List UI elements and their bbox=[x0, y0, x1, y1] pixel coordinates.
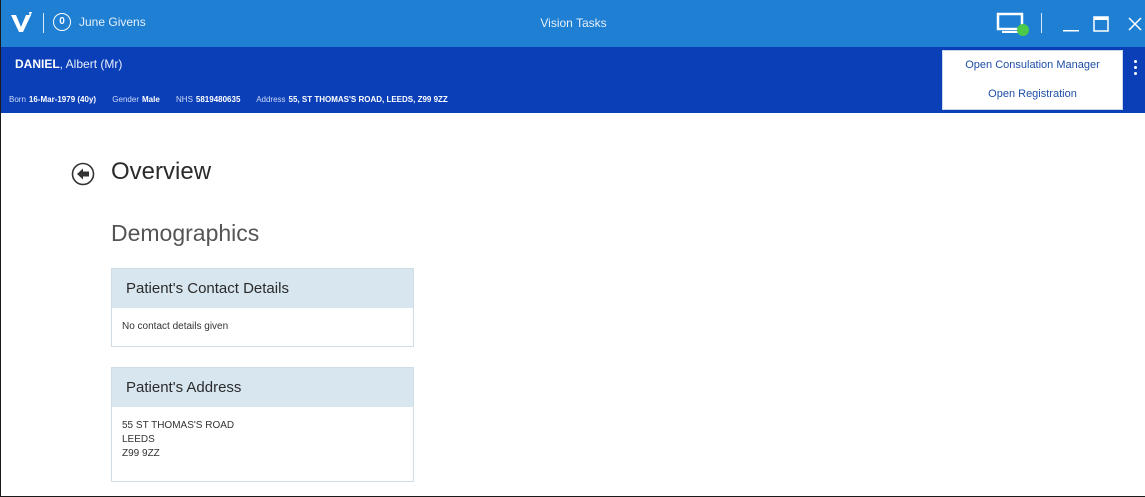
patient-action-menu: Open Consulation Manager Open Registrati… bbox=[942, 50, 1123, 110]
address-line: 55 ST THOMAS'S ROAD bbox=[122, 420, 235, 431]
born-value: 16-Mar-1979 (40y) bbox=[28, 95, 97, 104]
contact-details-card: Patient's Contact Details No contact det… bbox=[111, 268, 414, 347]
born-label: Born bbox=[9, 95, 26, 104]
back-arrow-icon[interactable] bbox=[71, 162, 95, 186]
section-title: Demographics bbox=[111, 220, 260, 246]
address-line: Z99 9ZZ bbox=[122, 448, 160, 459]
open-consultation-manager-link[interactable]: Open Consulation Manager bbox=[943, 51, 1122, 80]
address-value: 55, ST THOMAS'S ROAD, LEEDS, Z99 9ZZ bbox=[288, 95, 448, 104]
patient-name: DANIEL, Albert (Mr) bbox=[15, 57, 122, 71]
card-heading: Patient's Contact Details bbox=[112, 269, 413, 308]
title-divider bbox=[1041, 13, 1042, 33]
patient-surname: DANIEL bbox=[15, 57, 60, 71]
open-registration-link[interactable]: Open Registration bbox=[943, 80, 1122, 109]
gender-label: Gender bbox=[112, 95, 139, 104]
card-heading: Patient's Address bbox=[112, 368, 413, 407]
maximize-icon bbox=[1093, 15, 1109, 32]
nhs-label: NHS bbox=[176, 95, 193, 104]
monitor-status-button[interactable] bbox=[991, 0, 1035, 47]
more-options-icon[interactable] bbox=[1132, 60, 1138, 80]
title-bar: 0 June Givens Vision Tasks bbox=[1, 0, 1145, 47]
monitor-status-icon bbox=[996, 12, 1029, 36]
address-card: Patient's Address 55 ST THOMAS'S ROAD LE… bbox=[111, 367, 414, 482]
card-body: 55 ST THOMAS'S ROAD LEEDS Z99 9ZZ bbox=[112, 407, 413, 473]
nhs-value: 5819480635 bbox=[195, 95, 241, 104]
gender-value: Male bbox=[141, 95, 160, 104]
vision-logo-icon[interactable] bbox=[9, 11, 33, 35]
close-button[interactable] bbox=[1113, 0, 1145, 47]
contact-details-text: No contact details given bbox=[122, 321, 229, 332]
app-window: 0 June Givens Vision Tasks DANIEL, Alber… bbox=[0, 0, 1145, 497]
patient-given-name: , Albert (Mr) bbox=[59, 57, 123, 71]
page-title: Overview bbox=[111, 158, 212, 185]
address-label: Address bbox=[256, 95, 286, 104]
address-line: LEEDS bbox=[122, 434, 155, 445]
card-body: No contact details given bbox=[112, 308, 413, 346]
user-name[interactable]: June Givens bbox=[79, 15, 146, 29]
close-icon bbox=[1128, 16, 1142, 31]
patient-details: Born 16-Mar-1979 (40y) Gender Male NHS 5819… bbox=[9, 95, 462, 104]
user-count-badge[interactable]: 0 bbox=[53, 13, 71, 31]
minimize-icon bbox=[1063, 29, 1079, 31]
app-title: Vision Tasks bbox=[540, 16, 607, 30]
title-divider bbox=[43, 13, 44, 33]
